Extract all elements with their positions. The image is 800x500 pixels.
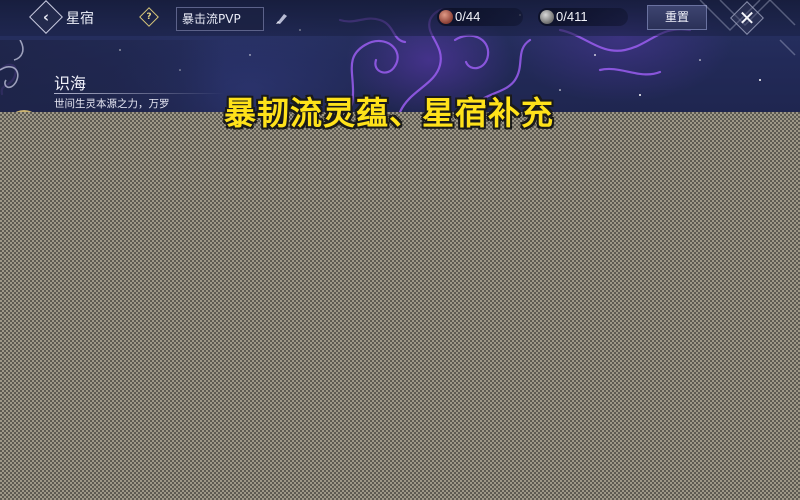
node-title: 识海 [54, 74, 87, 93]
close-x-icon: ✕ [738, 6, 756, 30]
overlay-caption: 暴韧流灵蕴、星宿补充 [224, 94, 555, 132]
game-screen: ‹ 星宿 ? 暴击流PVP 0/44 0/411 重置 ✕ 识海 世间生灵本源之… [0, 0, 800, 500]
left-ornament [0, 40, 24, 89]
checkerboard-placeholder [0, 112, 800, 500]
silver-star-orb-icon [540, 10, 554, 24]
red-star-resource: 0/44 [437, 8, 523, 26]
close-button[interactable]: ✕ [733, 4, 761, 32]
question-diamond-icon: ? [146, 12, 152, 22]
silver-star-count: 0/411 [556, 9, 588, 24]
red-star-orb-icon [439, 10, 453, 24]
chevron-left-icon: ‹ [42, 8, 50, 26]
page-title: 星宿 [66, 11, 94, 27]
build-preset-select[interactable]: 暴击流PVP [176, 7, 264, 31]
silver-star-resource: 0/411 [538, 8, 628, 26]
title-divider [54, 93, 224, 94]
brush-icon[interactable] [274, 10, 290, 26]
red-star-count: 0/44 [455, 9, 481, 24]
